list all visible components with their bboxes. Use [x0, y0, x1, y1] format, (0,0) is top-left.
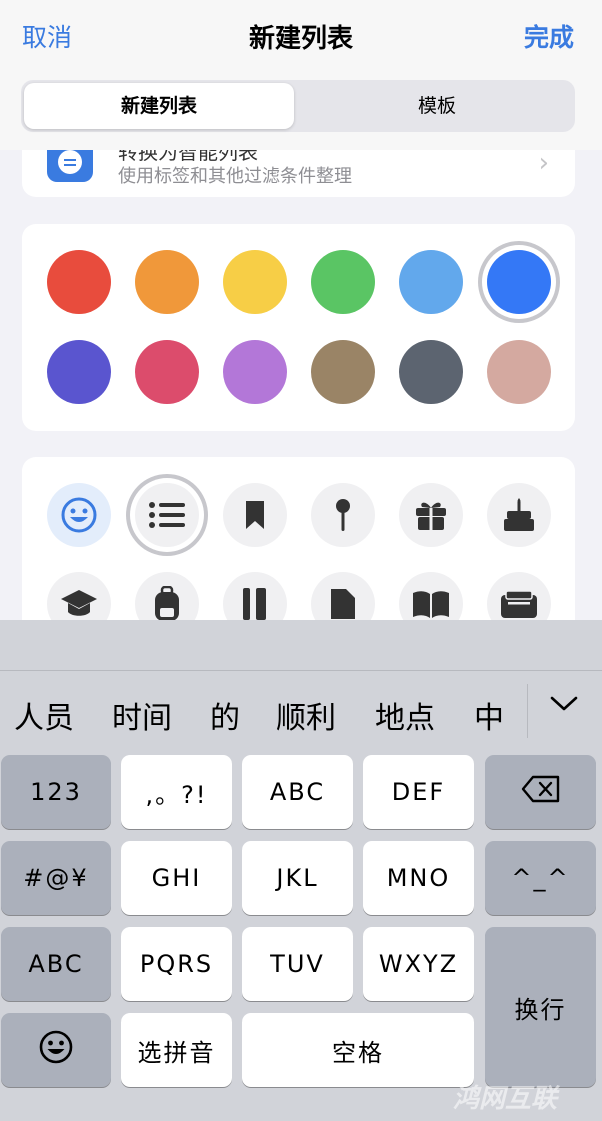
key-punctuation[interactable]: ,。?! [121, 755, 232, 829]
color-swatch[interactable] [47, 340, 111, 404]
key-wxyz[interactable]: WXYZ [363, 927, 474, 1001]
candidate-divider [527, 684, 528, 738]
delete-key[interactable] [485, 755, 596, 829]
birthday-cake-icon[interactable] [487, 483, 551, 547]
candidate-5[interactable]: 地点 [375, 693, 435, 737]
candidate-4[interactable]: 顺利 [276, 693, 336, 737]
space-key[interactable]: 空格 [242, 1013, 474, 1087]
key-select-pinyin[interactable]: 选拼音 [121, 1013, 232, 1087]
key-jkl[interactable]: JKL [242, 841, 353, 915]
pin-icon[interactable] [311, 483, 375, 547]
color-swatch[interactable] [487, 340, 551, 404]
color-swatch[interactable] [223, 340, 287, 404]
candidate-2[interactable]: 时间 [112, 693, 172, 737]
color-picker [22, 224, 575, 431]
color-swatch[interactable] [399, 250, 463, 314]
key-123[interactable]: 123 [1, 755, 111, 829]
smart-list-icon [47, 150, 93, 182]
delete-backspace-icon [521, 775, 561, 809]
emoji-icon [38, 1029, 74, 1071]
watermark-text: 鸿网互联 [452, 1084, 557, 1114]
key-symbols[interactable]: #@¥ [1, 841, 111, 915]
color-swatch[interactable] [135, 250, 199, 314]
candidate-3[interactable]: 的 [210, 693, 240, 737]
segment-templates[interactable]: 模板 [302, 83, 572, 129]
key-abc[interactable]: ABC [242, 755, 353, 829]
chevron-right-icon: › [538, 150, 549, 178]
segment-new-list[interactable]: 新建列表 [24, 83, 294, 129]
list-icon[interactable] [135, 483, 199, 547]
key-def[interactable]: DEF [363, 755, 474, 829]
smart-list-card[interactable]: 转换为智能列表 使用标签和其他过滤条件整理 › [22, 150, 575, 197]
key-mno[interactable]: MNO [363, 841, 474, 915]
key-kaomoji[interactable]: ^_^ [485, 841, 596, 915]
color-swatch[interactable] [487, 250, 551, 314]
segmented-control: 新建列表 模板 [21, 80, 575, 132]
chevron-down-icon[interactable] [549, 694, 579, 718]
key-ghi[interactable]: GHI [121, 841, 232, 915]
page-title: 新建列表 [248, 24, 353, 54]
color-swatch[interactable] [311, 250, 375, 314]
gift-icon[interactable] [399, 483, 463, 547]
return-key[interactable]: 换行 [485, 927, 596, 1087]
color-swatch[interactable] [47, 250, 111, 314]
smart-list-subtitle: 使用标签和其他过滤条件整理 [118, 166, 352, 187]
color-swatch[interactable] [399, 340, 463, 404]
color-swatch[interactable] [223, 250, 287, 314]
color-swatch[interactable] [311, 340, 375, 404]
keyboard-divider [0, 670, 602, 671]
key-tuv[interactable]: TUV [242, 927, 353, 1001]
emoji-key[interactable] [1, 1013, 111, 1087]
color-swatch[interactable] [135, 340, 199, 404]
bookmark-icon[interactable] [223, 483, 287, 547]
key-pqrs[interactable]: PQRS [121, 927, 232, 1001]
candidate-6[interactable]: 中 [474, 693, 504, 737]
smiley-icon[interactable] [47, 483, 111, 547]
key-abc-switch[interactable]: ABC [1, 927, 111, 1001]
done-button[interactable]: 完成 [524, 18, 574, 54]
candidate-1[interactable]: 人员 [14, 693, 74, 737]
